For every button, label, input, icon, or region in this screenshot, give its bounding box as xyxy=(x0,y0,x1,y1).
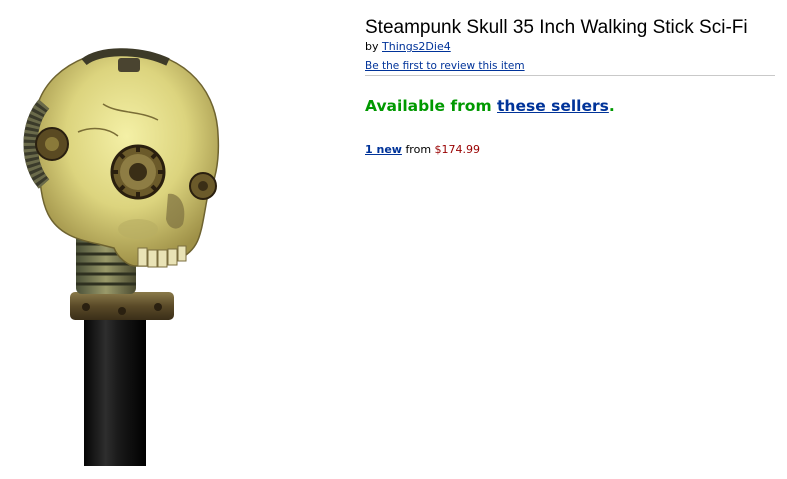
availability-prefix: Available from xyxy=(365,97,492,115)
cane-shaft xyxy=(84,314,146,466)
byline: by Things2Die4 xyxy=(365,40,777,54)
new-offers-link[interactable]: 1 new xyxy=(365,143,402,156)
product-details: Steampunk Skull 35 Inch Walking Stick Sc… xyxy=(365,17,777,156)
offers-line: 1 new from $174.99 xyxy=(365,143,777,156)
offer-from-text: from xyxy=(405,143,432,156)
gear-right xyxy=(189,172,217,200)
these-sellers-link[interactable]: these sellers xyxy=(497,97,609,115)
brand-link[interactable]: Things2Die4 xyxy=(382,40,451,53)
gear-eye-main xyxy=(110,144,166,200)
divider xyxy=(365,75,775,76)
by-prefix: by xyxy=(365,40,379,53)
skull-cane-illustration xyxy=(23,48,220,466)
offer-price: $174.99 xyxy=(434,143,481,156)
product-title: Steampunk Skull 35 Inch Walking Stick Sc… xyxy=(365,17,748,38)
product-image[interactable] xyxy=(18,44,228,466)
availability-line: Available from these sellers. xyxy=(365,97,777,115)
availability-suffix: . xyxy=(608,97,615,115)
write-review-link[interactable]: Be the first to review this item xyxy=(365,60,525,73)
gear-eye-left xyxy=(35,127,69,161)
